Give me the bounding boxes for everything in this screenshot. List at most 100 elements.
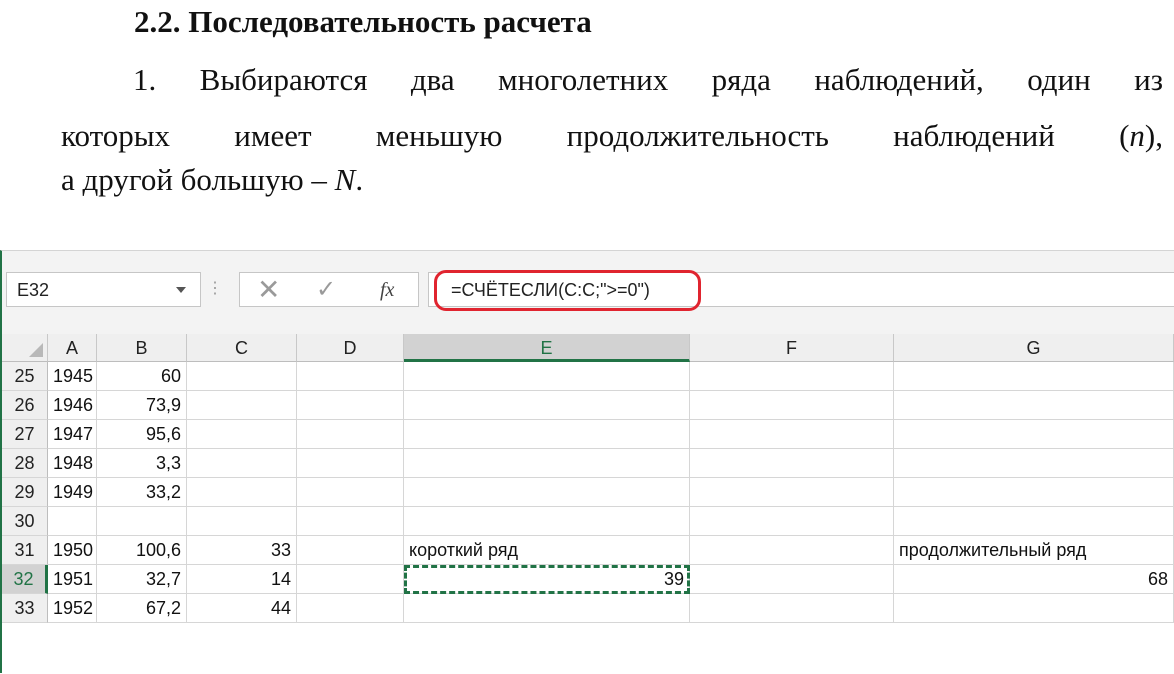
cell-f33[interactable] (690, 594, 894, 623)
cell-c25[interactable] (187, 362, 297, 391)
cell-f26[interactable] (690, 391, 894, 420)
cell-b27[interactable]: 95,6 (97, 420, 187, 449)
cell-a29[interactable]: 1949 (48, 478, 97, 507)
paragraph-line-3: а другой большую – N. (61, 162, 363, 198)
cell-d25[interactable] (297, 362, 404, 391)
cell-g29[interactable] (894, 478, 1174, 507)
cell-c31[interactable]: 33 (187, 536, 297, 565)
cell-g26[interactable] (894, 391, 1174, 420)
cell-d31[interactable] (297, 536, 404, 565)
row-header-28[interactable]: 28 (2, 449, 48, 478)
cell-c28[interactable] (187, 449, 297, 478)
cell-d26[interactable] (297, 391, 404, 420)
cell-g27[interactable] (894, 420, 1174, 449)
cell-d28[interactable] (297, 449, 404, 478)
column-header-c[interactable]: C (187, 334, 297, 362)
paragraph-line-1: 1. Выбираются два многолетних ряда наблю… (133, 62, 1163, 97)
column-header-d[interactable]: D (297, 334, 404, 362)
formula-bar-resize-handle[interactable]: ⋮ (207, 278, 223, 298)
cell-e30[interactable] (404, 507, 690, 536)
paragraph-line-3-text: а другой большую – (61, 162, 335, 197)
cell-g32[interactable]: 68 (894, 565, 1174, 594)
cell-a32[interactable]: 1951 (48, 565, 97, 594)
cell-c29[interactable] (187, 478, 297, 507)
name-box-dropdown-icon[interactable] (176, 287, 186, 293)
cell-b31[interactable]: 100,6 (97, 536, 187, 565)
column-header-e[interactable]: E (404, 334, 690, 362)
insert-function-icon[interactable]: fx (380, 274, 394, 307)
cell-e26[interactable] (404, 391, 690, 420)
name-box[interactable]: E32 (6, 272, 201, 307)
cell-d30[interactable] (297, 507, 404, 536)
cell-a28[interactable]: 1948 (48, 449, 97, 478)
cell-a27[interactable]: 1947 (48, 420, 97, 449)
cell-e32[interactable]: 39 (404, 565, 690, 594)
cell-f31[interactable] (690, 536, 894, 565)
cell-b28[interactable]: 3,3 (97, 449, 187, 478)
cell-f32[interactable] (690, 565, 894, 594)
cell-g25[interactable] (894, 362, 1174, 391)
cell-e28[interactable] (404, 449, 690, 478)
row-header-26[interactable]: 26 (2, 391, 48, 420)
spreadsheet-window: E32 ⋮ ✕ ✓ fx =СЧЁТЕСЛИ(C:C;">=0") ABCDEF… (0, 250, 1174, 674)
cell-b26[interactable]: 73,9 (97, 391, 187, 420)
cell-d27[interactable] (297, 420, 404, 449)
row-header-33[interactable]: 33 (2, 594, 48, 623)
cell-b33[interactable]: 67,2 (97, 594, 187, 623)
column-header-g[interactable]: G (894, 334, 1174, 362)
cell-b30[interactable] (97, 507, 187, 536)
section-heading: 2.2. Последовательность расчета (134, 4, 592, 39)
row-header-32[interactable]: 32 (2, 565, 48, 594)
cell-e25[interactable] (404, 362, 690, 391)
cell-e27[interactable] (404, 420, 690, 449)
column-header-a[interactable]: A (48, 334, 97, 362)
cell-g33[interactable] (894, 594, 1174, 623)
column-header-f[interactable]: F (690, 334, 894, 362)
cell-c26[interactable] (187, 391, 297, 420)
cell-g30[interactable] (894, 507, 1174, 536)
row-header-27[interactable]: 27 (2, 420, 48, 449)
row-header-29[interactable]: 29 (2, 478, 48, 507)
cell-b25[interactable]: 60 (97, 362, 187, 391)
cell-a26[interactable]: 1946 (48, 391, 97, 420)
cell-f30[interactable] (690, 507, 894, 536)
row-header-31[interactable]: 31 (2, 536, 48, 565)
paragraph-line-2-end: ), (1144, 118, 1163, 153)
cell-f29[interactable] (690, 478, 894, 507)
cell-g28[interactable] (894, 449, 1174, 478)
document-text: 2.2. Последовательность расчета 1. Выбир… (0, 0, 1174, 240)
cell-c33[interactable]: 44 (187, 594, 297, 623)
row-header-30[interactable]: 30 (2, 507, 48, 536)
row-header-25[interactable]: 25 (2, 362, 48, 391)
paragraph-line-2: которых имеет меньшую продолжительность … (61, 118, 1163, 154)
cell-d33[interactable] (297, 594, 404, 623)
cell-f25[interactable] (690, 362, 894, 391)
select-all-button[interactable] (2, 334, 48, 362)
formula-bar: E32 ⋮ ✕ ✓ fx =СЧЁТЕСЛИ(C:C;">=0") (2, 251, 1174, 329)
cell-a30[interactable] (48, 507, 97, 536)
cell-d29[interactable] (297, 478, 404, 507)
cell-e29[interactable] (404, 478, 690, 507)
cell-a25[interactable]: 1945 (48, 362, 97, 391)
cell-d32[interactable] (297, 565, 404, 594)
cell-e31[interactable]: короткий ряд (404, 536, 690, 565)
paragraph-line-2-text: которых имеет меньшую продолжительность … (61, 118, 1130, 153)
cell-f27[interactable] (690, 420, 894, 449)
cell-b32[interactable]: 32,7 (97, 565, 187, 594)
name-box-value: E32 (17, 280, 50, 300)
cell-g31[interactable]: продолжительный ряд (894, 536, 1174, 565)
cancel-icon[interactable]: ✕ (257, 273, 280, 306)
cell-c30[interactable] (187, 507, 297, 536)
cell-c27[interactable] (187, 420, 297, 449)
worksheet-grid: A B C D E F G 25 1945 60 26 1946 73,9 27 1947 95,6 28 194… (2, 334, 1174, 674)
cell-f28[interactable] (690, 449, 894, 478)
paragraph-line-3-end: . (355, 162, 364, 197)
cell-c32[interactable]: 14 (187, 565, 297, 594)
cell-a33[interactable]: 1952 (48, 594, 97, 623)
cell-a31[interactable]: 1950 (48, 536, 97, 565)
cell-e33[interactable] (404, 594, 690, 623)
variable-N: N (334, 162, 356, 197)
enter-icon[interactable]: ✓ (316, 273, 336, 306)
column-header-b[interactable]: B (97, 334, 187, 362)
cell-b29[interactable]: 33,2 (97, 478, 187, 507)
